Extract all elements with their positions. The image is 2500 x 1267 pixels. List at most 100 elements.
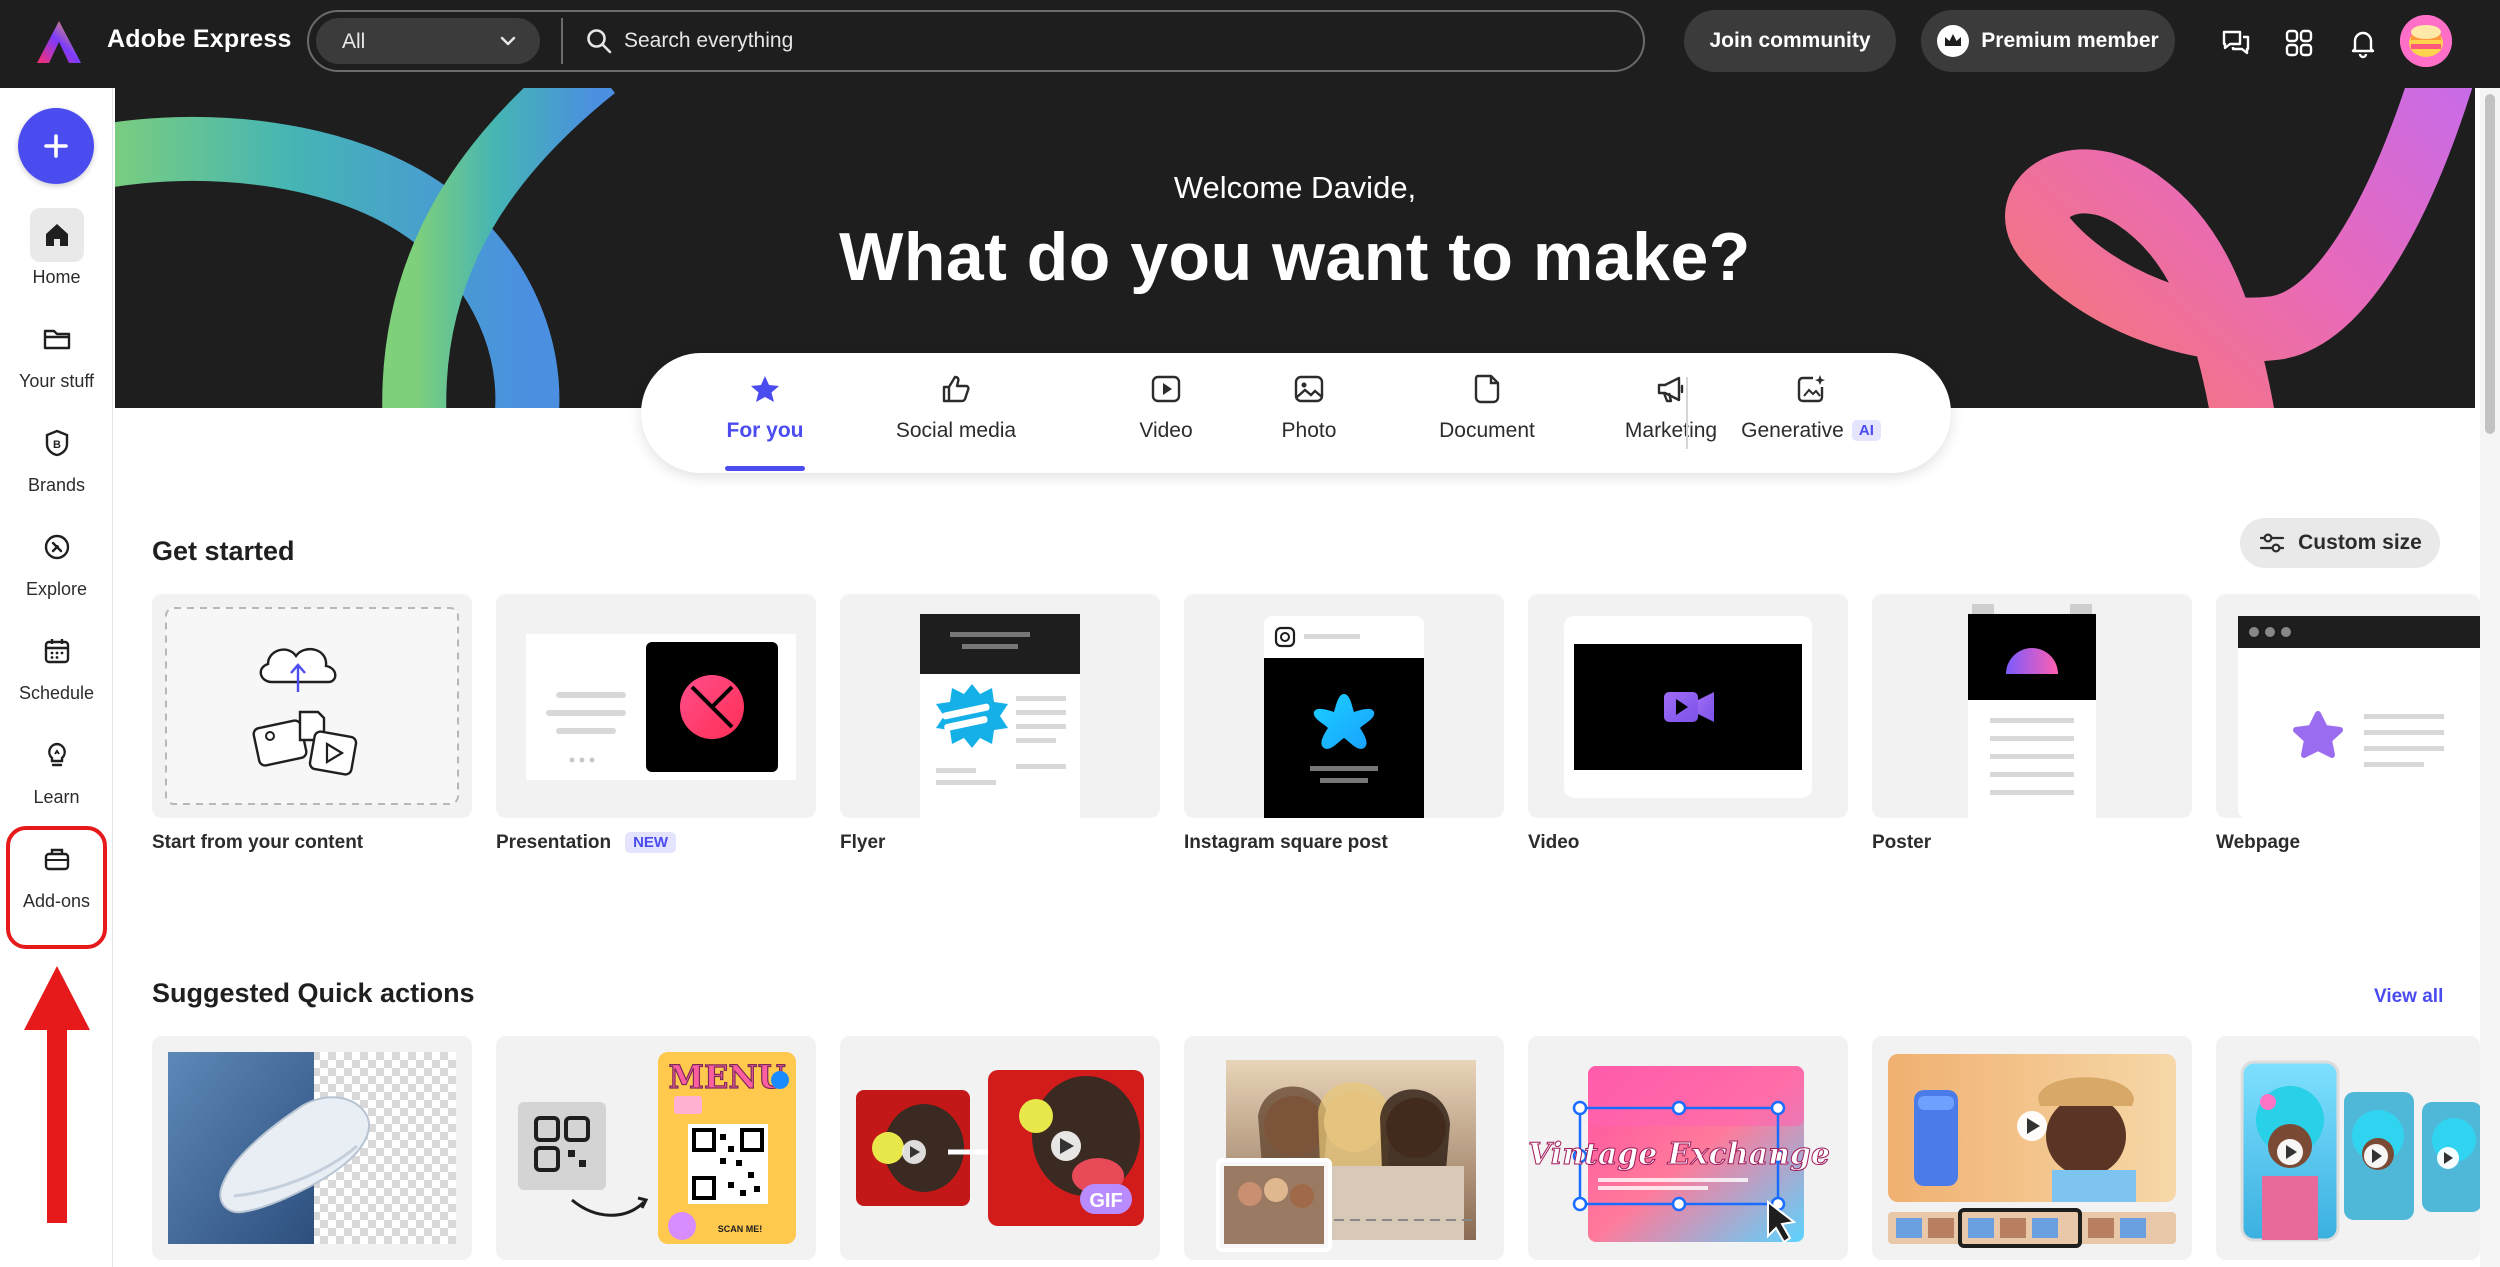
menu-text: MENU bbox=[669, 1058, 786, 1096]
document-icon bbox=[1474, 374, 1500, 404]
search-scope-dropdown[interactable]: All bbox=[316, 18, 540, 64]
qr-code-thumbnail: MENU SCAN ME! bbox=[518, 1052, 796, 1244]
tab-photo[interactable]: Photo bbox=[1239, 353, 1379, 473]
rail-item-schedule[interactable]: Schedule bbox=[0, 624, 113, 716]
megaphone-icon bbox=[1657, 376, 1684, 403]
card-video[interactable] bbox=[1528, 594, 1848, 818]
search-divider bbox=[561, 18, 563, 64]
tab-label-social-media: Social media bbox=[895, 419, 1017, 442]
play-icon bbox=[1151, 375, 1181, 403]
left-rail: Home Your stuff B Brands Explore Schedul… bbox=[0, 88, 113, 1267]
calendar-icon bbox=[30, 624, 84, 678]
hero-title: What do you want to make? bbox=[839, 219, 1751, 295]
card-presentation[interactable] bbox=[496, 594, 816, 818]
upload-content-thumbnail bbox=[165, 607, 459, 805]
view-all-link[interactable]: View all bbox=[2374, 986, 2443, 1008]
tab-separator bbox=[1686, 377, 1688, 449]
card-label-webpage: Webpage bbox=[2216, 832, 2301, 853]
scrollbar-thumb[interactable] bbox=[2485, 94, 2495, 434]
quick-action-qr-code[interactable]: MENU SCAN ME! bbox=[496, 1036, 816, 1260]
card-poster[interactable] bbox=[1872, 594, 2192, 818]
quick-action-merge-videos[interactable] bbox=[2216, 1036, 2480, 1260]
tab-video[interactable]: Video bbox=[1096, 353, 1236, 473]
gif-label: GIF bbox=[1089, 1190, 1122, 1212]
search-scope-label: All bbox=[342, 30, 366, 53]
rail-label-brands: Brands bbox=[27, 475, 86, 495]
remove-background-thumbnail bbox=[168, 1052, 456, 1244]
lightbulb-icon bbox=[30, 728, 84, 782]
flyer-thumbnail bbox=[920, 614, 1080, 818]
webpage-thumbnail bbox=[2238, 616, 2480, 818]
app-name[interactable]: Adobe Express bbox=[107, 25, 292, 54]
search-input[interactable] bbox=[624, 22, 1614, 60]
quick-action-edit-design[interactable]: Vintage Exchange bbox=[1528, 1036, 1848, 1260]
card-instagram-square-post[interactable] bbox=[1184, 594, 1504, 818]
tab-social-media[interactable]: Social media bbox=[871, 353, 1041, 473]
card-label-video: Video bbox=[1528, 832, 1580, 853]
card-label-flyer: Flyer bbox=[840, 832, 886, 853]
card-webpage[interactable] bbox=[2216, 594, 2480, 818]
svg-text:B: B bbox=[53, 439, 61, 451]
join-community-button[interactable]: Join community bbox=[1684, 10, 1896, 72]
rail-item-your-stuff[interactable]: Your stuff bbox=[0, 312, 113, 404]
red-arrow-annotation bbox=[24, 966, 90, 1223]
chat-bubbles-icon[interactable] bbox=[2217, 24, 2255, 62]
avatar[interactable] bbox=[2400, 15, 2452, 67]
rail-label-schedule: Schedule bbox=[18, 683, 95, 703]
generative-label: Generative bbox=[1741, 419, 1844, 442]
quick-action-trim-video[interactable] bbox=[1872, 1036, 2192, 1260]
tab-label-for-you: For you bbox=[726, 419, 804, 442]
bell-icon[interactable] bbox=[2344, 24, 2382, 62]
compass-icon bbox=[30, 520, 84, 574]
trim-video-thumbnail bbox=[1888, 1054, 2176, 1248]
search-icon bbox=[587, 29, 612, 54]
rail-item-explore[interactable]: Explore bbox=[0, 520, 113, 612]
custom-size-label: Custom size bbox=[2298, 531, 2422, 554]
add-ons-highlight-box bbox=[6, 826, 107, 949]
quick-actions-title: Suggested Quick actions bbox=[152, 978, 475, 1008]
plus-icon bbox=[44, 134, 68, 158]
page-scrollbar[interactable] bbox=[2480, 88, 2500, 1267]
card-label-poster: Poster bbox=[1872, 832, 1932, 853]
tab-label-photo: Photo bbox=[1281, 419, 1337, 442]
crown-icon bbox=[1937, 25, 1970, 57]
instagram-post-thumbnail bbox=[1264, 616, 1424, 818]
quick-action-resize-image[interactable] bbox=[1184, 1036, 1504, 1260]
rail-item-learn[interactable]: Learn bbox=[0, 728, 113, 820]
sliders-icon bbox=[2260, 533, 2285, 553]
welcome-message: Welcome Davide, bbox=[1173, 170, 1417, 205]
rail-item-brands[interactable]: B Brands bbox=[0, 416, 113, 508]
scan-me-text: SCAN ME! bbox=[718, 1224, 763, 1234]
thumbs-up-icon bbox=[942, 375, 970, 403]
get-started-title: Get started bbox=[152, 536, 295, 566]
search-bar: All bbox=[307, 10, 1645, 72]
video-thumbnail bbox=[1564, 616, 1812, 798]
rail-label-explore: Explore bbox=[25, 579, 88, 599]
custom-size-button[interactable]: Custom size bbox=[2240, 518, 2440, 568]
rail-item-home[interactable]: Home bbox=[0, 208, 113, 300]
tab-generative[interactable]: Generative AI bbox=[1721, 353, 1901, 473]
create-new-button[interactable] bbox=[18, 108, 94, 184]
quick-action-remove-background[interactable] bbox=[152, 1036, 472, 1260]
vintage-exchange-text: Vintage Exchange bbox=[1528, 1137, 1830, 1172]
tab-document[interactable]: Document bbox=[1407, 353, 1567, 473]
sparkle-image-icon bbox=[1797, 375, 1825, 403]
card-flyer[interactable] bbox=[840, 594, 1160, 818]
resize-image-thumbnail bbox=[1216, 1060, 1476, 1252]
star-icon bbox=[751, 376, 779, 402]
apps-grid-icon[interactable] bbox=[2280, 24, 2318, 62]
card-label-instagram: Instagram square post bbox=[1184, 832, 1388, 853]
top-bar: Adobe Express All Join community Premium… bbox=[0, 0, 2500, 88]
image-icon bbox=[1294, 375, 1324, 403]
tab-label-video: Video bbox=[1139, 419, 1193, 442]
premium-member-button[interactable]: Premium member bbox=[1921, 10, 2175, 72]
adobe-express-logo[interactable] bbox=[34, 18, 84, 68]
quick-action-convert-to-gif[interactable]: GIF bbox=[840, 1036, 1160, 1260]
category-tabs: For you Social media Video Photo Documen… bbox=[641, 353, 1951, 473]
card-label-start: Start from your content bbox=[152, 832, 364, 853]
rail-label-home: Home bbox=[32, 267, 81, 287]
card-label-presentation: Presentation NEW bbox=[496, 832, 677, 854]
rail-label-your-stuff: Your stuff bbox=[18, 371, 95, 391]
card-start-from-content[interactable] bbox=[152, 594, 472, 818]
tab-for-you[interactable]: For you bbox=[725, 353, 805, 473]
